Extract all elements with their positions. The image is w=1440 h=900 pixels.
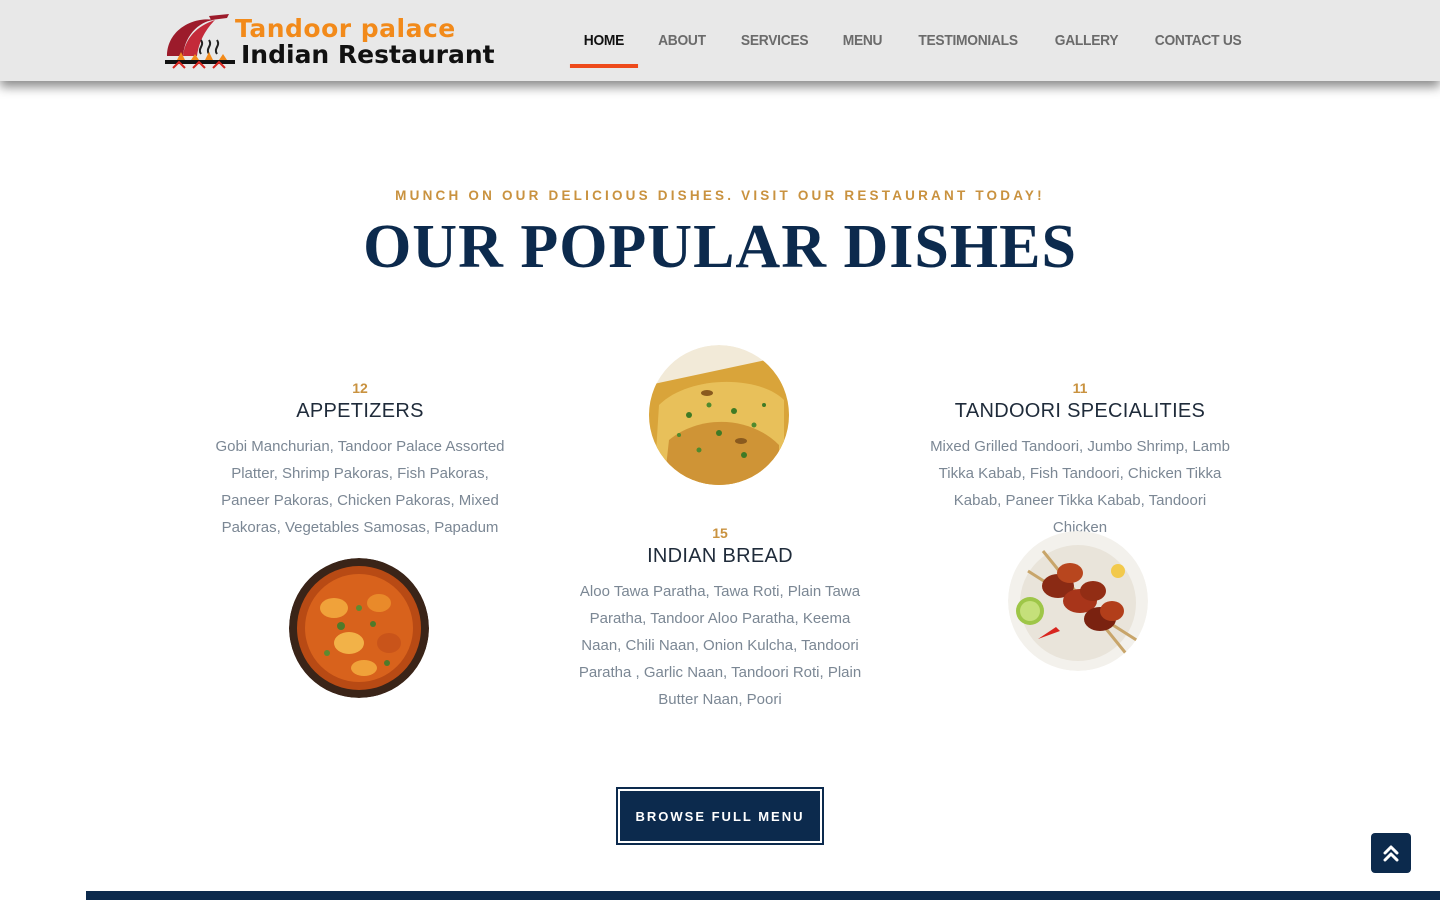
main-nav: HOME ABOUT SERVICES MENU TESTIMONIALS GA… <box>567 0 1260 81</box>
section-tagline: MUNCH ON OUR DELICIOUS DISHES. VISIT OUR… <box>395 188 1045 203</box>
dish-title: TANDOORI SPECIALITIES <box>954 400 1206 422</box>
tandoori-skewers-photo <box>1008 531 1148 671</box>
dish-count: 11 <box>1072 380 1088 396</box>
section-title: OUR POPULAR DISHES <box>363 213 1077 281</box>
nav-home[interactable]: HOME <box>569 0 638 81</box>
dish-description: Gobi Manchurian, Tandoor Palace Assorted… <box>215 438 505 536</box>
nav-services[interactable]: SERVICES <box>727 0 822 81</box>
dish-count: 12 <box>352 380 368 396</box>
dish-title: INDIAN BREAD <box>647 545 793 567</box>
dish-card-indian-bread: 15 INDIAN BREAD Aloo Tawa Paratha, Tawa … <box>570 525 870 713</box>
browse-full-menu-button[interactable]: BROWSE FULL MENU <box>616 787 824 845</box>
nav-about[interactable]: ABOUT <box>644 0 719 81</box>
dish-description: Mixed Grilled Tandoori, Jumbo Shrimp, La… <box>930 438 1230 536</box>
curry-dish-photo <box>289 558 429 698</box>
footer-section-edge <box>86 891 1440 900</box>
dish-count: 15 <box>712 525 728 541</box>
brand-name-line2: Indian Restaurant <box>241 40 495 69</box>
nav-gallery[interactable]: GALLERY <box>1041 0 1132 81</box>
dish-card-tandoori-specialities: 11 TANDOORI SPECIALITIES Mixed Grilled T… <box>930 380 1230 541</box>
naan-bread-photo <box>649 345 789 485</box>
nav-menu[interactable]: MENU <box>829 0 896 81</box>
brand-name-line1: Tandoor palace <box>235 14 456 43</box>
browse-full-menu-label: BROWSE FULL MENU <box>620 791 820 841</box>
dish-title: APPETIZERS <box>296 400 424 422</box>
brand-logo[interactable]: Tandoor palace Indian Restaurant <box>163 10 495 72</box>
dish-description: Aloo Tawa Paratha, Tawa Roti, Plain Tawa… <box>578 583 862 708</box>
dish-card-appetizers: 12 APPETIZERS Gobi Manchurian, Tandoor P… <box>210 380 510 541</box>
cloche-flame-icon <box>165 14 235 69</box>
nav-testimonials[interactable]: TESTIMONIALS <box>904 0 1031 81</box>
nav-contact-us[interactable]: CONTACT US <box>1141 0 1255 81</box>
site-header: Tandoor palace Indian Restaurant HOME AB… <box>0 0 1440 81</box>
scroll-top-button[interactable] <box>1371 833 1411 873</box>
double-chevron-up-icon <box>1383 845 1399 862</box>
